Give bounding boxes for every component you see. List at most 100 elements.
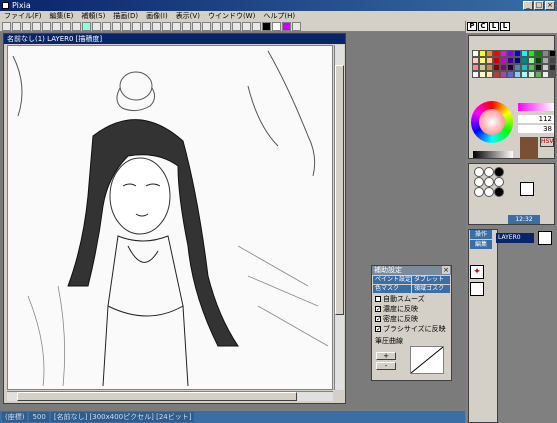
opacity-option[interactable]: ✓ 濃度に反映 — [372, 304, 451, 314]
menu-file[interactable]: ファイル(F) — [0, 11, 46, 21]
palette-swatch[interactable] — [535, 64, 542, 71]
undo-icon[interactable] — [72, 22, 81, 31]
hsv-button[interactable]: HSV — [540, 137, 554, 147]
menu-draw[interactable]: 描画(D) — [109, 11, 142, 21]
hue-slider[interactable] — [518, 103, 554, 111]
brush-shape-9[interactable] — [494, 187, 504, 197]
tab-paint-settings[interactable]: ペイント設定 — [373, 276, 411, 284]
layer-thumbnail[interactable] — [538, 231, 552, 245]
palette-swatch[interactable] — [549, 50, 556, 57]
curve-plus-button[interactable]: + — [376, 352, 396, 360]
move-tool-icon[interactable] — [162, 22, 171, 31]
brush-shape-1[interactable] — [474, 167, 484, 177]
panel-l2-button[interactable]: L — [500, 22, 510, 31]
fill-tool-icon[interactable] — [142, 22, 151, 31]
palette-swatch[interactable] — [479, 64, 486, 71]
new-file-icon[interactable] — [2, 22, 11, 31]
menu-window[interactable]: ウインドウ(W) — [204, 11, 259, 21]
layer-icon[interactable] — [232, 22, 241, 31]
palette-swatch[interactable] — [542, 50, 549, 57]
horizontal-scrollbar[interactable] — [7, 391, 333, 401]
palette-swatch[interactable] — [514, 64, 521, 71]
brush-shape-4[interactable] — [474, 177, 484, 187]
panel-c-button[interactable]: C — [478, 22, 488, 31]
brush-size-option[interactable]: ✓ ブラシサイズに反映 — [372, 324, 451, 334]
select-tool-icon[interactable] — [152, 22, 161, 31]
palette-swatch[interactable] — [486, 57, 493, 64]
brush-shape-7[interactable] — [474, 187, 484, 197]
pin-icon[interactable]: ✦ — [470, 265, 484, 279]
brush-shape-5[interactable] — [484, 177, 494, 187]
brush-shape-6[interactable] — [494, 177, 504, 187]
palette-swatch[interactable] — [507, 71, 514, 78]
settings-icon[interactable] — [292, 22, 301, 31]
palette-swatch[interactable] — [514, 57, 521, 64]
color-value2[interactable]: 38 — [518, 125, 554, 133]
palette-swatch[interactable] — [549, 71, 556, 78]
mask-icon[interactable] — [242, 22, 251, 31]
palette-swatch[interactable] — [521, 57, 528, 64]
palette-swatch[interactable] — [493, 64, 500, 71]
palette-swatch[interactable] — [514, 50, 521, 57]
palette-swatch[interactable] — [535, 57, 542, 64]
brush-shape-3[interactable] — [494, 167, 504, 177]
cut-icon[interactable] — [42, 22, 51, 31]
eraser-tool-icon[interactable] — [102, 22, 111, 31]
paste-icon[interactable] — [62, 22, 71, 31]
checkbox[interactable] — [375, 296, 381, 302]
flip-icon[interactable] — [212, 22, 221, 31]
palette-swatch[interactable] — [486, 50, 493, 57]
filter-icon[interactable] — [222, 22, 231, 31]
palette-swatch[interactable] — [521, 64, 528, 71]
palette-swatch[interactable] — [542, 64, 549, 71]
palette-swatch[interactable] — [514, 71, 521, 78]
palette-swatch[interactable] — [521, 50, 528, 57]
brush-size-display[interactable]: 12:32 — [508, 215, 540, 224]
tab-region-mask[interactable]: 領域ゴスク — [412, 285, 450, 293]
curve-minus-button[interactable]: - — [376, 362, 396, 370]
layer-edit-label[interactable]: 編集 — [470, 240, 492, 249]
palette-swatch[interactable] — [549, 64, 556, 71]
horizontal-scroll-thumb[interactable] — [17, 392, 297, 401]
palette-swatch[interactable] — [528, 71, 535, 78]
layer-props-icon[interactable] — [470, 282, 484, 296]
palette-swatch[interactable] — [535, 71, 542, 78]
menu-assist[interactable]: 補頼(S) — [77, 11, 109, 21]
close-icon[interactable]: × — [442, 266, 450, 274]
palette-swatch[interactable] — [542, 57, 549, 64]
tab-color-mask[interactable]: 色マスク — [373, 285, 411, 293]
ellipse-tool-icon[interactable] — [132, 22, 141, 31]
palette-swatch[interactable] — [479, 71, 486, 78]
layer-op-label[interactable]: 操作 — [470, 230, 492, 239]
drawing-canvas[interactable] — [7, 45, 333, 390]
current-color-swatch[interactable] — [520, 137, 538, 159]
maximize-button[interactable]: □ — [534, 1, 544, 10]
copy-icon[interactable] — [52, 22, 61, 31]
brightness-slider[interactable] — [473, 151, 513, 158]
panel-p-button[interactable]: P — [467, 22, 477, 31]
palette-swatch[interactable] — [549, 57, 556, 64]
vertical-scroll-thumb[interactable] — [335, 65, 344, 315]
brush-shape-2[interactable] — [484, 167, 494, 177]
auto-smooth-option[interactable]: 自動スムーズ — [372, 294, 451, 304]
palette-swatch[interactable] — [507, 64, 514, 71]
palette-swatch[interactable] — [486, 64, 493, 71]
palette-swatch[interactable] — [472, 64, 479, 71]
rotate-icon[interactable] — [202, 22, 211, 31]
pressure-curve-graph[interactable] — [410, 346, 444, 374]
menu-edit[interactable]: 編集(E) — [46, 11, 78, 21]
rect-tool-icon[interactable] — [122, 22, 131, 31]
palette-swatch[interactable] — [507, 50, 514, 57]
tab-tablet[interactable]: タブレット — [412, 276, 450, 284]
menu-view[interactable]: 表示(V) — [172, 11, 204, 21]
palette-swatch[interactable] — [528, 64, 535, 71]
palette-swatch[interactable] — [500, 57, 507, 64]
palette-swatch[interactable] — [500, 64, 507, 71]
palette-swatch[interactable] — [500, 50, 507, 57]
vertical-scrollbar[interactable] — [334, 45, 344, 390]
color-picker-icon[interactable] — [282, 22, 291, 31]
brush-shape-8[interactable] — [484, 187, 494, 197]
checkbox-checked[interactable]: ✓ — [375, 326, 381, 333]
close-button[interactable]: × — [545, 1, 555, 10]
palette-swatch[interactable] — [472, 50, 479, 57]
